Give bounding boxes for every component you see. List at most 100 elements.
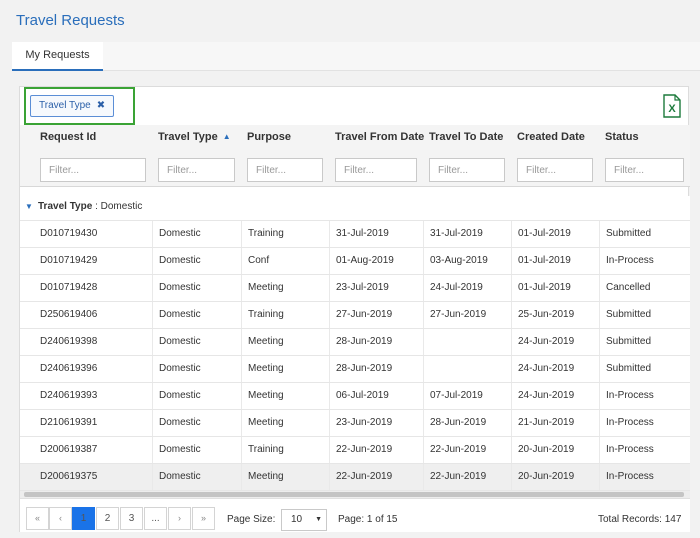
column-header-label: Status (605, 131, 639, 143)
cell-travel-from-date: 22-Jun-2019 (329, 464, 423, 490)
cell-travel-to-date: 24-Jul-2019 (423, 275, 511, 301)
cell-purpose: Meeting (241, 329, 329, 355)
table-row[interactable]: D010719430 Domestic Training 31-Jul-2019 31-… (20, 221, 690, 248)
first-page-button[interactable]: « (26, 507, 49, 530)
cell-travel-from-date: 23-Jun-2019 (329, 410, 423, 436)
table-row[interactable]: D210619391 Domestic Meeting 23-Jun-2019 28-J… (20, 410, 690, 437)
table-row[interactable]: D010719429 Domestic Conf 01-Aug-2019 03-Aug-… (20, 248, 690, 275)
sort-ascending-icon[interactable]: ▲ (223, 132, 231, 141)
filter-input-created-date[interactable] (517, 158, 593, 182)
group-field: Travel Type (38, 201, 93, 212)
cell-travel-from-date: 06-Jul-2019 (329, 383, 423, 409)
page-button-1[interactable]: 1 (72, 507, 95, 530)
table-row[interactable]: D010719428 Domestic Meeting 23-Jul-2019 24-J… (20, 275, 690, 302)
cell-travel-to-date: 07-Jul-2019 (423, 383, 511, 409)
cell-request-id: D240619396 (40, 363, 98, 374)
cell-purpose: Conf (241, 248, 329, 274)
filter-input-purpose[interactable] (247, 158, 323, 182)
column-header-travel-to-date[interactable]: Travel To Date (429, 131, 503, 143)
table-row[interactable]: D240619398 Domestic Meeting 28-Jun-2019 24-J… (20, 329, 690, 356)
cell-created-date: 20-Jun-2019 (511, 464, 599, 490)
page-info: Page: 1 of 15 (338, 514, 398, 525)
page-size-select[interactable]: 10 ▼ (281, 509, 327, 531)
page-ellipsis-button[interactable]: ... (144, 507, 167, 530)
cell-travel-to-date (423, 356, 511, 382)
table-row[interactable]: D200619375 Domestic Meeting 22-Jun-2019 22-J… (20, 464, 690, 491)
pager: « ‹ 1 2 3 ... › » Page Size: 10 ▼ Page: … (20, 498, 690, 532)
cell-travel-from-date: 28-Jun-2019 (329, 356, 423, 382)
filter-input-travel-to-date[interactable] (429, 158, 505, 182)
table-row[interactable]: D240619396 Domestic Meeting 28-Jun-2019 24-J… (20, 356, 690, 383)
horizontal-scrollbar-thumb[interactable] (24, 492, 684, 497)
cell-travel-to-date (423, 329, 511, 355)
filter-input-travel-type[interactable] (158, 158, 235, 182)
next-page-button[interactable]: › (168, 507, 191, 530)
tab-my-requests[interactable]: My Requests (12, 42, 103, 71)
cell-created-date: 24-Jun-2019 (511, 383, 599, 409)
excel-glyph: X (668, 103, 676, 115)
page-size-value: 10 (291, 514, 303, 525)
cell-request-id: D210619391 (40, 417, 98, 428)
cell-travel-to-date: 31-Jul-2019 (423, 221, 511, 247)
cell-travel-type: Domestic (152, 221, 241, 247)
filter-input-status[interactable] (605, 158, 684, 182)
cell-status: In-Process (599, 437, 690, 463)
filter-input-request-id[interactable] (40, 158, 146, 182)
cell-travel-to-date: 27-Jun-2019 (423, 302, 511, 328)
page-title: Travel Requests (16, 12, 125, 29)
cell-request-id: D200619387 (40, 444, 98, 455)
column-header-created-date[interactable]: Created Date (517, 131, 585, 143)
cell-request-id: D250619406 (40, 309, 98, 320)
cell-travel-to-date: 03-Aug-2019 (423, 248, 511, 274)
column-header-status[interactable]: Status (605, 131, 639, 143)
cell-travel-type: Domestic (152, 329, 241, 355)
cell-travel-from-date: 01-Aug-2019 (329, 248, 423, 274)
cell-status: In-Process (599, 383, 690, 409)
tab-bar: My Requests (12, 42, 700, 71)
excel-export-button[interactable]: X (662, 94, 682, 118)
column-header-label: Travel Type (158, 131, 218, 143)
cell-purpose: Training (241, 302, 329, 328)
group-row-domestic[interactable]: ▼ Travel Type : Domestic (20, 196, 690, 221)
cell-travel-from-date: 23-Jul-2019 (329, 275, 423, 301)
cell-purpose: Meeting (241, 383, 329, 409)
column-header-purpose[interactable]: Purpose (247, 131, 291, 143)
close-icon[interactable]: ✖ (97, 100, 105, 111)
page-button-2[interactable]: 2 (96, 507, 119, 530)
prev-page-button[interactable]: ‹ (49, 507, 72, 530)
cell-travel-from-date: 31-Jul-2019 (329, 221, 423, 247)
cell-request-id: D010719429 (40, 255, 98, 266)
filter-input-travel-from-date[interactable] (335, 158, 417, 182)
cell-created-date: 24-Jun-2019 (511, 356, 599, 382)
cell-created-date: 01-Jul-2019 (511, 221, 599, 247)
cell-travel-type: Domestic (152, 356, 241, 382)
cell-travel-type: Domestic (152, 383, 241, 409)
column-header-request-id[interactable]: Request Id (40, 131, 96, 143)
cell-travel-type: Domestic (152, 275, 241, 301)
group-by-chip[interactable]: Travel Type ✖ (30, 95, 115, 117)
group-by-zone: Travel Type ✖ (24, 87, 135, 125)
table-row[interactable]: D250619406 Domestic Training 27-Jun-2019 27-… (20, 302, 690, 329)
cell-travel-from-date: 28-Jun-2019 (329, 329, 423, 355)
cell-travel-type: Domestic (152, 464, 241, 490)
cell-travel-type: Domestic (152, 302, 241, 328)
cell-status: In-Process (599, 248, 690, 274)
table-row[interactable]: D200619387 Domestic Training 22-Jun-2019 22-… (20, 437, 690, 464)
column-header-label: Travel To Date (429, 131, 504, 143)
chevron-down-icon[interactable]: ▼ (25, 202, 33, 211)
cell-created-date: 20-Jun-2019 (511, 437, 599, 463)
column-header-label: Purpose (247, 131, 292, 143)
cell-travel-to-date: 22-Jun-2019 (423, 464, 511, 490)
page-button-3[interactable]: 3 (120, 507, 143, 530)
column-header-travel-type[interactable]: Travel Type ▲ (158, 131, 231, 143)
cell-created-date: 21-Jun-2019 (511, 410, 599, 436)
cell-purpose: Meeting (241, 410, 329, 436)
table-row[interactable]: D240619393 Domestic Meeting 06-Jul-2019 07-J… (20, 383, 690, 410)
grid-header: Request Id Travel Type ▲ Purpose Travel From… (20, 125, 690, 187)
column-header-travel-from-date[interactable]: Travel From Date (335, 131, 424, 143)
cell-travel-to-date: 28-Jun-2019 (423, 410, 511, 436)
column-header-label: Travel From Date (335, 131, 425, 143)
cell-request-id: D010719428 (40, 282, 98, 293)
last-page-button[interactable]: » (192, 507, 215, 530)
cell-purpose: Meeting (241, 464, 329, 490)
